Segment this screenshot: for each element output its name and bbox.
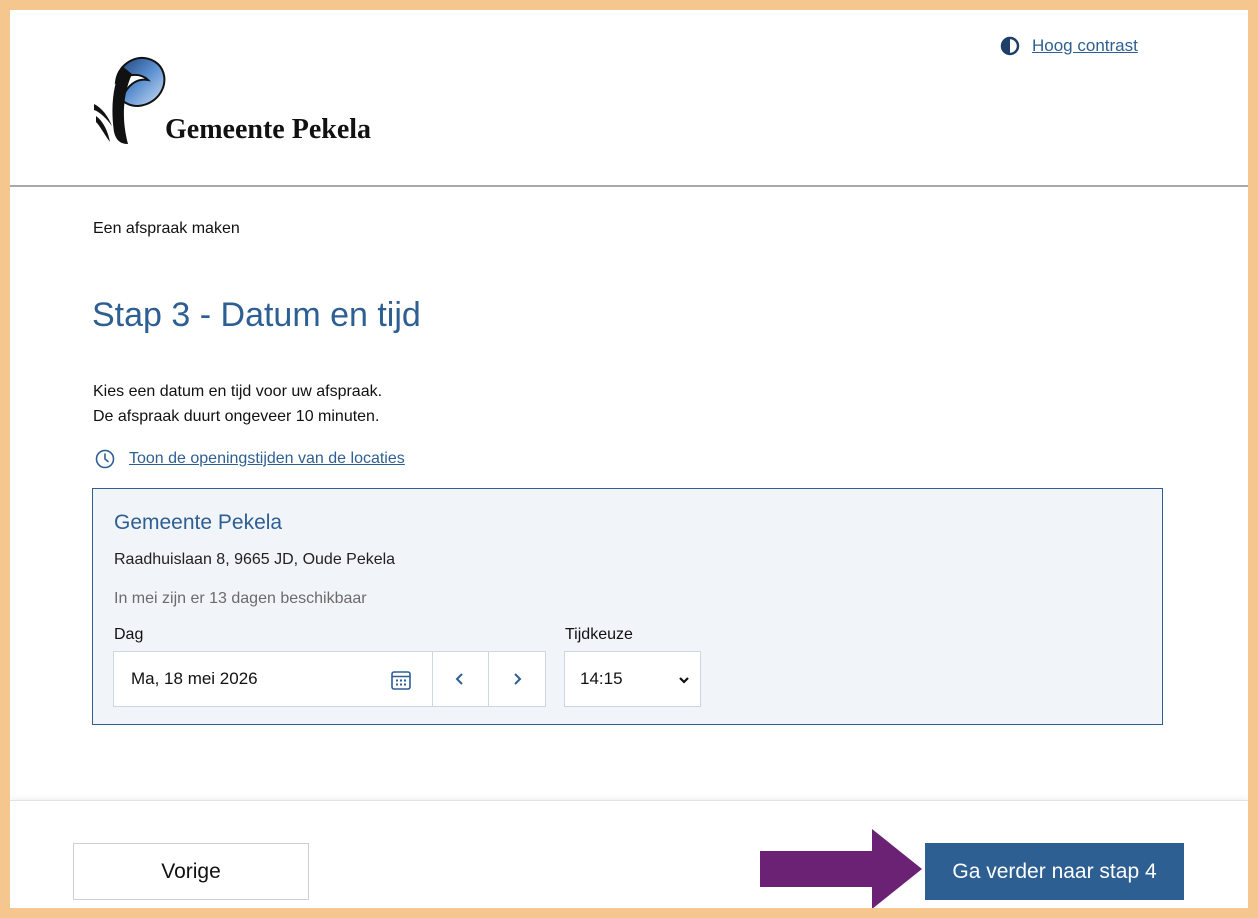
continue-to-step-4-button[interactable]: Ga verder naar stap 4 [925,843,1184,900]
location-name: Gemeente Pekela [114,511,283,534]
gemeente-pekela-logo[interactable]: Gemeente Pekela [92,52,412,152]
time-label: Tijdkeuze [565,626,633,643]
page-title: Stap 3 - Datum en tijd [92,296,421,334]
calendar-icon[interactable] [389,668,413,692]
arrow-right-icon [760,829,922,908]
half-circle-contrast-icon [1000,36,1020,56]
intro-line-2: De afspraak duurt ongeveer 10 minuten. [93,408,380,425]
previous-button[interactable]: Vorige [73,843,309,900]
date-value: Ma, 18 mei 2026 [131,669,258,688]
intro-line-1: Kies een datum en tijd voor uw afspraak. [93,383,383,400]
opening-hours-link[interactable]: Toon de openingstijden van de locaties [129,450,405,468]
chevron-right-icon [514,673,522,685]
time-select[interactable]: 14:15 [564,651,701,707]
intro-text: Kies een datum en tijd voor uw afspraak.… [93,379,382,429]
date-input[interactable]: Ma, 18 mei 2026 [114,652,433,706]
clock-icon [95,449,115,469]
high-contrast-toggle[interactable]: Hoog contrast [1000,35,1138,57]
next-day-button[interactable] [489,652,545,706]
day-label: Dag [114,626,144,643]
availability-text: In mei zijn er 13 dagen beschikbaar [114,590,367,607]
location-address: Raadhuislaan 8, 9665 JD, Oude Pekela [114,551,396,568]
logo-text: Gemeente Pekela [165,114,372,145]
site-header: Gemeente Pekela Hoog contrast [10,10,1248,187]
previous-day-button[interactable] [433,652,490,706]
date-picker: Ma, 18 mei 2026 [113,651,546,707]
breadcrumb: Een afspraak maken [93,220,240,237]
high-contrast-link[interactable]: Hoog contrast [1032,36,1138,56]
chevron-down-icon [679,677,689,684]
location-panel: Gemeente Pekela Raadhuislaan 8, 9665 JD,… [92,488,1163,725]
page-frame: Gemeente Pekela Hoog contrast Een afspra… [10,10,1248,908]
step-navigation-footer: Vorige Ga verder naar stap 4 [10,800,1248,908]
chevron-left-icon [455,673,464,685]
opening-hours-toggle[interactable]: Toon de openingstijden van de locaties [95,449,405,469]
logo-mark-icon [94,57,166,144]
time-value: 14:15 [580,669,623,688]
